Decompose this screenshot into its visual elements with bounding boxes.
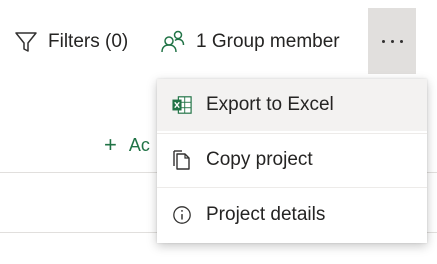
menu-item-copy-project[interactable]: Copy project: [157, 134, 427, 186]
info-icon: [172, 204, 192, 226]
plus-icon: +: [104, 132, 117, 157]
add-task-label: Ac: [128, 134, 150, 155]
add-task-button[interactable]: + Ac: [104, 132, 150, 158]
menu-item-project-details[interactable]: Project details: [157, 189, 427, 241]
more-options-button[interactable]: [368, 8, 416, 74]
copy-icon: [172, 149, 192, 171]
filter-icon: [14, 30, 38, 54]
more-horizontal-icon: [381, 39, 403, 43]
toolbar: Filters (0) 1 Group member: [0, 0, 437, 84]
menu-item-export-to-excel[interactable]: Export to Excel: [157, 79, 427, 131]
menu-item-label: Copy project: [206, 149, 313, 170]
menu-separator: [157, 187, 427, 188]
group-member-button[interactable]: 1 Group member: [160, 22, 340, 62]
menu-item-label: Project details: [206, 204, 326, 225]
group-member-label: 1 Group member: [196, 31, 340, 52]
more-options-menu: Export to Excel Copy project Project det…: [157, 79, 427, 243]
people-icon: [160, 29, 186, 55]
menu-item-label: Export to Excel: [206, 94, 334, 115]
filters-button[interactable]: Filters (0): [14, 22, 128, 62]
filters-label: Filters (0): [48, 31, 129, 52]
excel-icon: [172, 94, 192, 116]
